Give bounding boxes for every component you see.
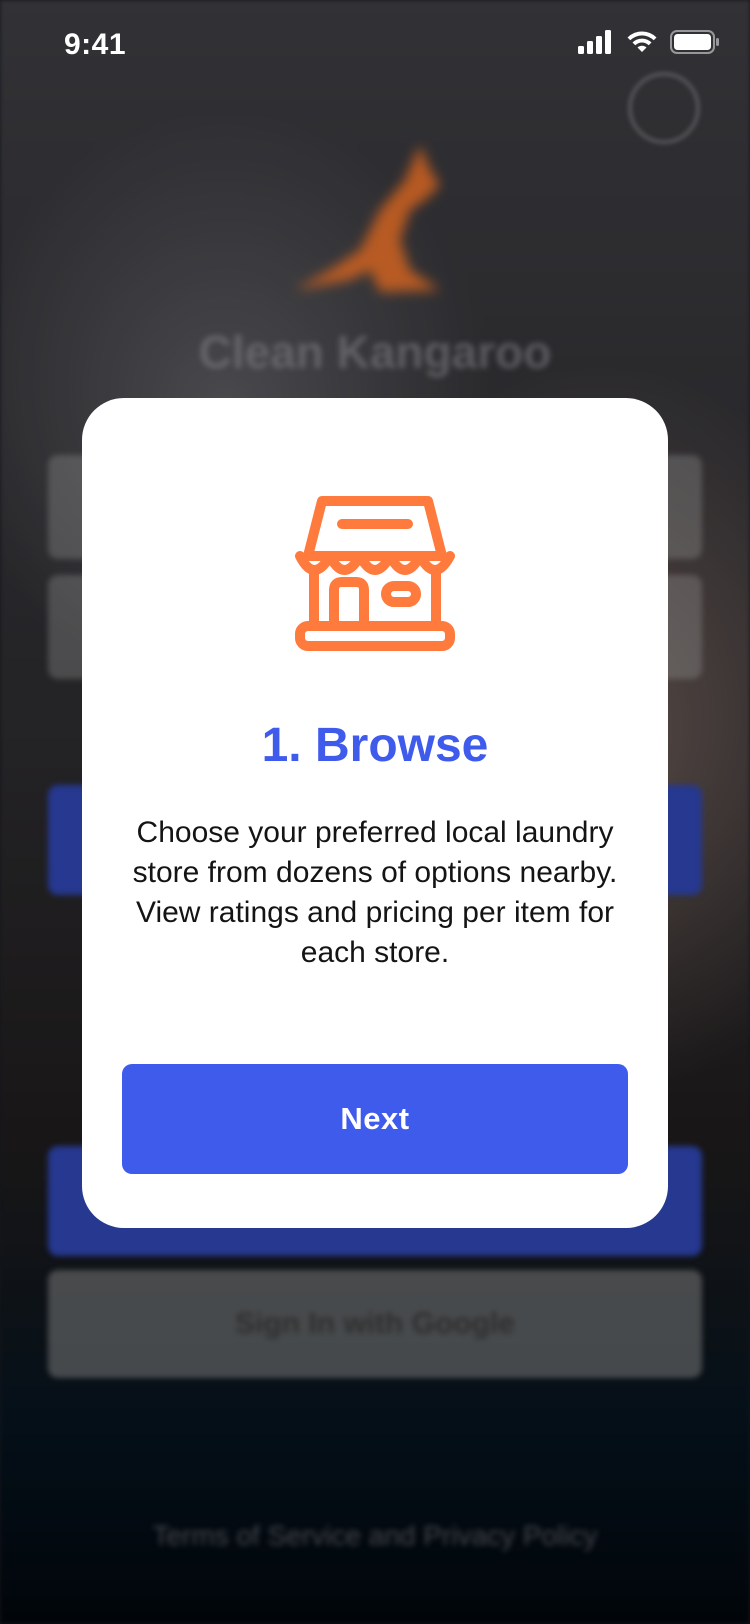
dialog-description: Choose your preferred local laundry stor…	[132, 816, 618, 969]
battery-icon	[670, 30, 719, 54]
dialog-title: 1. Browse	[261, 719, 489, 772]
kangaroo-icon	[295, 145, 440, 292]
store-icon	[295, 496, 455, 651]
cellular-signal-icon	[578, 30, 611, 54]
next-button[interactable]: Next	[122, 1064, 628, 1174]
status-bar: 9:41	[0, 0, 750, 90]
status-icons	[578, 30, 720, 54]
wifi-icon	[627, 31, 657, 52]
screen: Clean Kangaroo Sign In with Google Terms…	[0, 0, 750, 1624]
app-title: Clean Kangaroo	[198, 326, 552, 378]
status-time: 9:41	[64, 28, 127, 61]
onboarding-dialog: 1. Browse Choose your preferred local la…	[82, 398, 668, 1228]
terms-link: Terms of Service and Privacy Policy	[152, 1520, 598, 1551]
google-sign-in-button: Sign In with Google	[48, 1270, 702, 1378]
